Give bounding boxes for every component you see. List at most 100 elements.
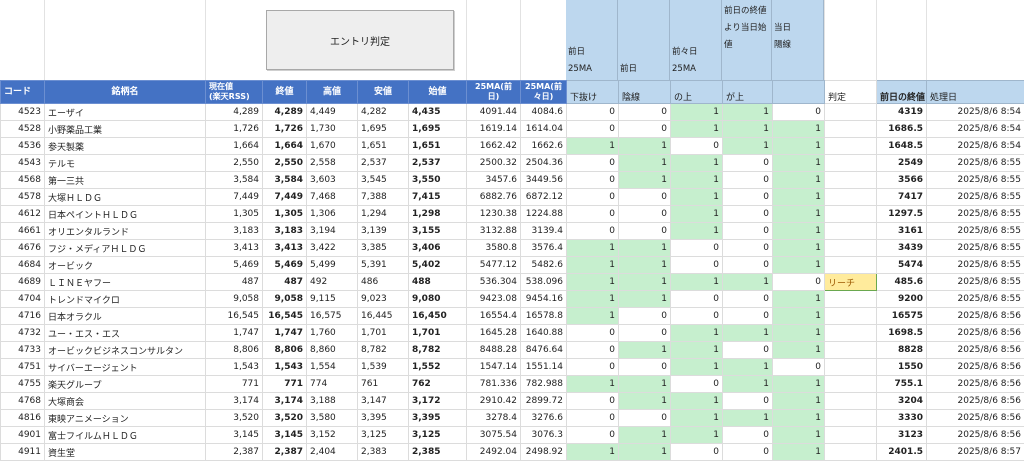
cell-flag[interactable]: 1: [567, 376, 619, 393]
cell-high[interactable]: 9,115: [307, 291, 358, 308]
cell-flag[interactable]: 0: [723, 444, 773, 461]
col-processed[interactable]: 処理日: [927, 81, 1024, 104]
cell-flag[interactable]: 1: [773, 291, 825, 308]
cell-flag[interactable]: 0: [723, 427, 773, 444]
col-open[interactable]: 始値: [409, 81, 467, 104]
cell-close[interactable]: 3,584: [263, 172, 307, 189]
cell-ma2[interactable]: 9454.16: [521, 291, 567, 308]
cell-flag[interactable]: 1: [723, 359, 773, 376]
cell-open[interactable]: 9,080: [409, 291, 467, 308]
cell-high[interactable]: 3,194: [307, 223, 358, 240]
cell-name[interactable]: 日本オラクル: [45, 308, 206, 325]
cell-prev-close[interactable]: 1297.5: [877, 206, 927, 223]
cell-flag[interactable]: 1: [723, 410, 773, 427]
stock-table[interactable]: コード 銘柄名 現在値 (楽天RSS) 終値 高値 安値 始値 25MA(前 日…: [0, 80, 1024, 461]
cell-judge[interactable]: [825, 121, 877, 138]
cell-flag[interactable]: 1: [619, 240, 671, 257]
col-high[interactable]: 高値: [307, 81, 358, 104]
cell-processed-date[interactable]: 2025/8/6 8:55: [927, 223, 1024, 240]
cell-low[interactable]: 8,782: [358, 342, 409, 359]
cell-flag[interactable]: 0: [671, 308, 723, 325]
cell-flag[interactable]: 1: [619, 172, 671, 189]
cell-low[interactable]: 1,539: [358, 359, 409, 376]
cell-high[interactable]: 3,152: [307, 427, 358, 444]
cell-flag[interactable]: 1: [619, 155, 671, 172]
cell-ma2[interactable]: 3576.4: [521, 240, 567, 257]
cell-close[interactable]: 2,387: [263, 444, 307, 461]
cell-flag[interactable]: 1: [671, 427, 723, 444]
table-row[interactable]: 4733オービックビジネスコンサルタン8,8068,8068,8608,7828…: [1, 342, 1024, 359]
cell-ma1[interactable]: 3278.4: [467, 410, 521, 427]
cell-open[interactable]: 8,782: [409, 342, 467, 359]
cell-code[interactable]: 4536: [1, 138, 45, 155]
cell-name[interactable]: フジ・メディアＨＬＤＧ: [45, 240, 206, 257]
cell-name[interactable]: 大塚ＨＬＤＧ: [45, 189, 206, 206]
cell-low[interactable]: 761: [358, 376, 409, 393]
cell-flag[interactable]: 1: [671, 155, 723, 172]
table-row[interactable]: 4578大塚ＨＬＤＧ7,4497,4497,4687,3887,4156882.…: [1, 189, 1024, 206]
cell-flag[interactable]: 1: [773, 257, 825, 274]
cell-judge[interactable]: [825, 172, 877, 189]
cell-flag[interactable]: 1: [567, 291, 619, 308]
cell-ma2[interactable]: 3449.56: [521, 172, 567, 189]
cell-flag[interactable]: 0: [567, 410, 619, 427]
cell-low[interactable]: 3,545: [358, 172, 409, 189]
cell-name[interactable]: オービックビジネスコンサルタン: [45, 342, 206, 359]
cell-judge[interactable]: [825, 257, 877, 274]
cell-prev-close[interactable]: 2401.5: [877, 444, 927, 461]
cell-judge[interactable]: [825, 410, 877, 427]
cell-current[interactable]: 1,664: [206, 138, 263, 155]
cell-code[interactable]: 4816: [1, 410, 45, 427]
cell-processed-date[interactable]: 2025/8/6 8:54: [927, 138, 1024, 155]
cell-flag[interactable]: 0: [723, 393, 773, 410]
cell-code[interactable]: 4911: [1, 444, 45, 461]
cell-judge[interactable]: [825, 291, 877, 308]
cell-ma1[interactable]: 1645.28: [467, 325, 521, 342]
cell-ma2[interactable]: 1662.6: [521, 138, 567, 155]
cell-ma2[interactable]: 782.988: [521, 376, 567, 393]
cell-flag[interactable]: 1: [773, 121, 825, 138]
cell-judge[interactable]: [825, 240, 877, 257]
cell-flag[interactable]: 0: [671, 376, 723, 393]
cell-open[interactable]: 1,298: [409, 206, 467, 223]
cell-code[interactable]: 4716: [1, 308, 45, 325]
cell-close[interactable]: 1,664: [263, 138, 307, 155]
cell-flag[interactable]: 1: [773, 172, 825, 189]
col-current[interactable]: 現在値 (楽天RSS): [206, 81, 263, 104]
cell-ma1[interactable]: 6882.76: [467, 189, 521, 206]
cell-close[interactable]: 771: [263, 376, 307, 393]
cell-name[interactable]: 楽天グループ: [45, 376, 206, 393]
cell-flag[interactable]: 1: [567, 240, 619, 257]
cell-close[interactable]: 3,183: [263, 223, 307, 240]
cell-flag[interactable]: 0: [567, 104, 619, 121]
cell-open[interactable]: 3,406: [409, 240, 467, 257]
cell-open[interactable]: 1,651: [409, 138, 467, 155]
cell-ma2[interactable]: 538.096: [521, 274, 567, 291]
cell-judge[interactable]: [825, 189, 877, 206]
cell-flag[interactable]: 1: [671, 206, 723, 223]
cell-name[interactable]: ＬＩＮＥヤフー: [45, 274, 206, 291]
cell-code[interactable]: 4661: [1, 223, 45, 240]
cell-ma2[interactable]: 2498.92: [521, 444, 567, 461]
cell-low[interactable]: 3,139: [358, 223, 409, 240]
cell-flag[interactable]: 0: [773, 274, 825, 291]
cell-flag[interactable]: 0: [723, 257, 773, 274]
cell-current[interactable]: 5,469: [206, 257, 263, 274]
table-row[interactable]: 4523エーザイ4,2894,2894,4494,2824,4354091.44…: [1, 104, 1024, 121]
cell-open[interactable]: 3,395: [409, 410, 467, 427]
cell-code[interactable]: 4768: [1, 393, 45, 410]
cell-close[interactable]: 487: [263, 274, 307, 291]
cell-low[interactable]: 1,294: [358, 206, 409, 223]
cell-code[interactable]: 4704: [1, 291, 45, 308]
cell-flag[interactable]: 1: [619, 342, 671, 359]
cell-flag[interactable]: 0: [773, 359, 825, 376]
cell-flag[interactable]: 1: [619, 427, 671, 444]
cell-processed-date[interactable]: 2025/8/6 8:55: [927, 189, 1024, 206]
cell-prev-close[interactable]: 3204: [877, 393, 927, 410]
cell-flag[interactable]: 0: [567, 155, 619, 172]
cell-close[interactable]: 1,726: [263, 121, 307, 138]
cell-code[interactable]: 4578: [1, 189, 45, 206]
cell-flag[interactable]: 1: [567, 138, 619, 155]
cell-flag[interactable]: 0: [619, 325, 671, 342]
cell-high[interactable]: 3,422: [307, 240, 358, 257]
